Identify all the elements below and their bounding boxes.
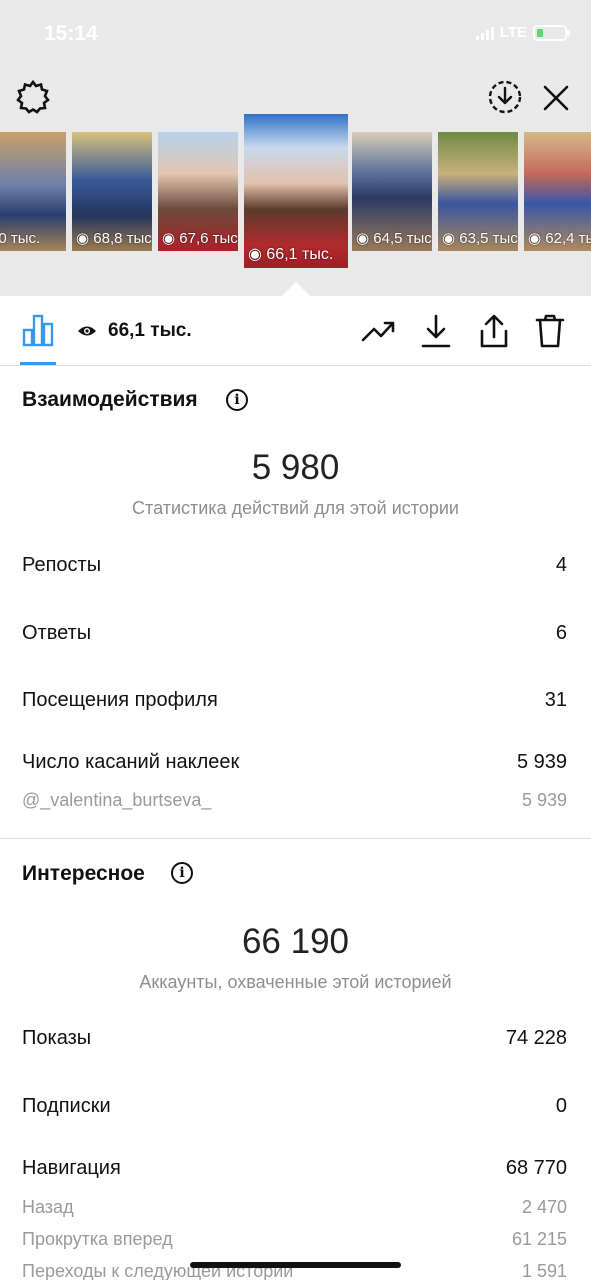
stat-value: 4 bbox=[555, 554, 567, 576]
status-indicators: LTE bbox=[475, 24, 570, 41]
story-header: 15:14 LTE 70 тыс. ◉ 68,8 тыс. bbox=[0, 0, 591, 296]
gear-icon bbox=[16, 79, 50, 114]
story-thumbnail[interactable]: ◉ 62,4 тыс. bbox=[524, 132, 591, 251]
views-count: 66,1 тыс. bbox=[108, 320, 192, 341]
download-icon bbox=[421, 314, 451, 348]
download-circle-icon bbox=[488, 80, 522, 114]
stat-label: Репосты bbox=[22, 554, 102, 576]
stat-label: Посещения профиля bbox=[22, 689, 218, 711]
close-button[interactable] bbox=[538, 80, 574, 116]
stat-subvalue: 61 215 bbox=[511, 1229, 567, 1249]
discovery-total: 66 190 bbox=[241, 922, 350, 961]
share-icon bbox=[480, 314, 508, 348]
insights-toolbar: 66,1 тыс. bbox=[0, 296, 591, 366]
story-views: ◉ 64,5 тыс. bbox=[356, 230, 432, 247]
stat-label: Навигация bbox=[22, 1157, 121, 1179]
stat-sublabel: Назад bbox=[22, 1197, 74, 1217]
story-thumbnail[interactable]: 70 тыс. bbox=[0, 132, 66, 251]
stat-sublabel: Прокрутка вперед bbox=[22, 1229, 173, 1249]
story-views: ◉ 68,8 тыс. bbox=[76, 230, 152, 247]
insights-tab[interactable] bbox=[20, 312, 56, 348]
story-views: ◉ 62,4 тыс. bbox=[528, 230, 591, 247]
interactions-title: Взаимодействия bbox=[22, 388, 198, 411]
story-views: ◉ 67,6 тыс. bbox=[162, 230, 238, 247]
info-icon[interactable]: i bbox=[226, 389, 248, 411]
discovery-title: Интересное bbox=[22, 862, 145, 885]
stat-label: Показы bbox=[22, 1027, 92, 1049]
stat-value: 5 939 bbox=[521, 790, 567, 810]
active-tab-underline bbox=[20, 362, 56, 365]
share-button[interactable] bbox=[476, 312, 512, 350]
bar-chart-icon bbox=[22, 314, 54, 347]
settings-button[interactable] bbox=[14, 78, 52, 116]
promote-button[interactable] bbox=[360, 314, 398, 348]
stat-value: 74 228 bbox=[505, 1027, 567, 1049]
story-views: ◉ 63,5 тыс. bbox=[442, 230, 518, 247]
interactions-subtitle: Статистика действий для этой истории bbox=[132, 498, 459, 518]
interactions-total: 5 980 bbox=[251, 448, 340, 487]
section-divider bbox=[0, 838, 591, 839]
story-views: ◉ 66,1 тыс. bbox=[248, 246, 334, 263]
trash-icon bbox=[535, 314, 565, 348]
close-icon bbox=[543, 85, 569, 111]
story-thumbnail[interactable]: ◉ 68,8 тыс. bbox=[72, 132, 152, 251]
network-label: LTE bbox=[499, 24, 527, 41]
discovery-subtitle: Аккаунты, охваченные этой историей bbox=[139, 972, 452, 992]
story-thumbnail[interactable]: ◉ 64,5 тыс. bbox=[352, 132, 432, 251]
sticker-account-label[interactable]: @_valentina_burtseva_ bbox=[22, 790, 211, 811]
stat-label: Ответы bbox=[22, 622, 92, 644]
story-thumbnails: 70 тыс. ◉ 68,8 тыс. ◉ 67,6 тыс. ◉ 66,1 т… bbox=[0, 114, 591, 274]
stat-label: Число касаний наклеек bbox=[22, 751, 240, 773]
info-icon[interactable]: i bbox=[171, 862, 193, 884]
stat-value: 0 bbox=[555, 1095, 567, 1117]
stat-label: Подписки bbox=[22, 1095, 111, 1117]
eye-icon bbox=[76, 322, 98, 340]
story-thumbnail-active[interactable]: ◉ 66,1 тыс. bbox=[244, 114, 348, 268]
story-thumbnail[interactable]: ◉ 63,5 тыс. bbox=[438, 132, 518, 251]
status-time: 15:14 bbox=[44, 22, 98, 45]
stat-value: 31 bbox=[544, 689, 567, 711]
home-indicator bbox=[190, 1262, 401, 1268]
stat-value: 68 770 bbox=[505, 1157, 567, 1179]
signal-icon bbox=[475, 26, 494, 40]
stat-value: 5 939 bbox=[516, 751, 567, 773]
save-story-button[interactable] bbox=[486, 78, 524, 116]
story-views: 70 тыс. bbox=[0, 230, 41, 247]
battery-icon bbox=[533, 24, 570, 41]
download-button[interactable] bbox=[418, 312, 454, 350]
stat-subvalue: 1 591 bbox=[521, 1261, 567, 1280]
trending-up-icon bbox=[361, 321, 395, 342]
stat-value: 6 bbox=[555, 622, 567, 644]
story-thumbnail[interactable]: ◉ 67,6 тыс. bbox=[158, 132, 238, 251]
stat-subvalue: 2 470 bbox=[521, 1197, 567, 1217]
delete-button[interactable] bbox=[532, 312, 568, 350]
active-story-pointer bbox=[282, 282, 310, 296]
